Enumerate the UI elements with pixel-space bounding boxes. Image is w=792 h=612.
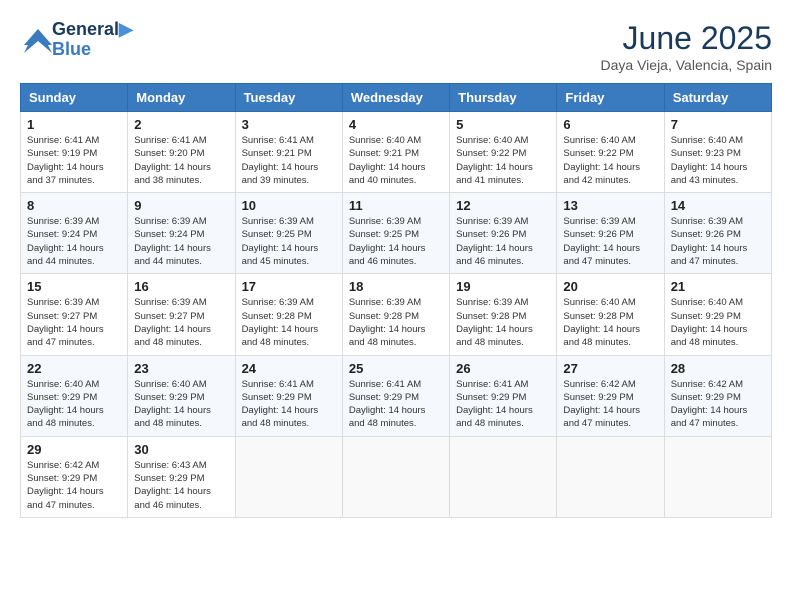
calendar-day: 14Sunrise: 6:39 AMSunset: 9:26 PMDayligh… [664, 193, 771, 274]
calendar-day: 22Sunrise: 6:40 AMSunset: 9:29 PMDayligh… [21, 355, 128, 436]
calendar-day: 21Sunrise: 6:40 AMSunset: 9:29 PMDayligh… [664, 274, 771, 355]
weekday-header-row: SundayMondayTuesdayWednesdayThursdayFrid… [21, 84, 772, 112]
page-header: General▶ Blue June 2025 Daya Vieja, Vale… [20, 20, 772, 73]
calendar-day: 26Sunrise: 6:41 AMSunset: 9:29 PMDayligh… [450, 355, 557, 436]
calendar-day: 4Sunrise: 6:40 AMSunset: 9:21 PMDaylight… [342, 112, 449, 193]
calendar-day: 20Sunrise: 6:40 AMSunset: 9:28 PMDayligh… [557, 274, 664, 355]
calendar-week-1: 1Sunrise: 6:41 AMSunset: 9:19 PMDaylight… [21, 112, 772, 193]
weekday-header: Sunday [21, 84, 128, 112]
calendar-day: 16Sunrise: 6:39 AMSunset: 9:27 PMDayligh… [128, 274, 235, 355]
calendar-day: 30Sunrise: 6:43 AMSunset: 9:29 PMDayligh… [128, 436, 235, 517]
weekday-header: Friday [557, 84, 664, 112]
calendar-day: 24Sunrise: 6:41 AMSunset: 9:29 PMDayligh… [235, 355, 342, 436]
calendar-day: 28Sunrise: 6:42 AMSunset: 9:29 PMDayligh… [664, 355, 771, 436]
calendar-week-4: 22Sunrise: 6:40 AMSunset: 9:29 PMDayligh… [21, 355, 772, 436]
logo: General▶ Blue [20, 20, 133, 60]
logo-icon [20, 25, 50, 55]
calendar-day: 12Sunrise: 6:39 AMSunset: 9:26 PMDayligh… [450, 193, 557, 274]
calendar-day: 6Sunrise: 6:40 AMSunset: 9:22 PMDaylight… [557, 112, 664, 193]
weekday-header: Tuesday [235, 84, 342, 112]
calendar-table: SundayMondayTuesdayWednesdayThursdayFrid… [20, 83, 772, 518]
calendar-day: 5Sunrise: 6:40 AMSunset: 9:22 PMDaylight… [450, 112, 557, 193]
calendar-day: 17Sunrise: 6:39 AMSunset: 9:28 PMDayligh… [235, 274, 342, 355]
title-block: June 2025 Daya Vieja, Valencia, Spain [601, 20, 772, 73]
logo-text: General▶ Blue [52, 20, 133, 60]
calendar-day: 27Sunrise: 6:42 AMSunset: 9:29 PMDayligh… [557, 355, 664, 436]
calendar-day: 23Sunrise: 6:40 AMSunset: 9:29 PMDayligh… [128, 355, 235, 436]
calendar-day [557, 436, 664, 517]
weekday-header: Saturday [664, 84, 771, 112]
calendar-day: 9Sunrise: 6:39 AMSunset: 9:24 PMDaylight… [128, 193, 235, 274]
calendar-day: 3Sunrise: 6:41 AMSunset: 9:21 PMDaylight… [235, 112, 342, 193]
calendar-day: 10Sunrise: 6:39 AMSunset: 9:25 PMDayligh… [235, 193, 342, 274]
calendar-day: 2Sunrise: 6:41 AMSunset: 9:20 PMDaylight… [128, 112, 235, 193]
calendar-day: 13Sunrise: 6:39 AMSunset: 9:26 PMDayligh… [557, 193, 664, 274]
calendar-day: 11Sunrise: 6:39 AMSunset: 9:25 PMDayligh… [342, 193, 449, 274]
calendar-day: 18Sunrise: 6:39 AMSunset: 9:28 PMDayligh… [342, 274, 449, 355]
calendar-week-5: 29Sunrise: 6:42 AMSunset: 9:29 PMDayligh… [21, 436, 772, 517]
calendar-day: 15Sunrise: 6:39 AMSunset: 9:27 PMDayligh… [21, 274, 128, 355]
calendar-day: 8Sunrise: 6:39 AMSunset: 9:24 PMDaylight… [21, 193, 128, 274]
calendar-day [235, 436, 342, 517]
weekday-header: Thursday [450, 84, 557, 112]
location-subtitle: Daya Vieja, Valencia, Spain [601, 57, 772, 73]
calendar-day [450, 436, 557, 517]
calendar-week-3: 15Sunrise: 6:39 AMSunset: 9:27 PMDayligh… [21, 274, 772, 355]
calendar-day [342, 436, 449, 517]
month-title: June 2025 [601, 20, 772, 57]
calendar-day: 7Sunrise: 6:40 AMSunset: 9:23 PMDaylight… [664, 112, 771, 193]
calendar-day [664, 436, 771, 517]
calendar-day: 19Sunrise: 6:39 AMSunset: 9:28 PMDayligh… [450, 274, 557, 355]
calendar-week-2: 8Sunrise: 6:39 AMSunset: 9:24 PMDaylight… [21, 193, 772, 274]
calendar-day: 1Sunrise: 6:41 AMSunset: 9:19 PMDaylight… [21, 112, 128, 193]
weekday-header: Wednesday [342, 84, 449, 112]
calendar-day: 25Sunrise: 6:41 AMSunset: 9:29 PMDayligh… [342, 355, 449, 436]
calendar-day: 29Sunrise: 6:42 AMSunset: 9:29 PMDayligh… [21, 436, 128, 517]
weekday-header: Monday [128, 84, 235, 112]
